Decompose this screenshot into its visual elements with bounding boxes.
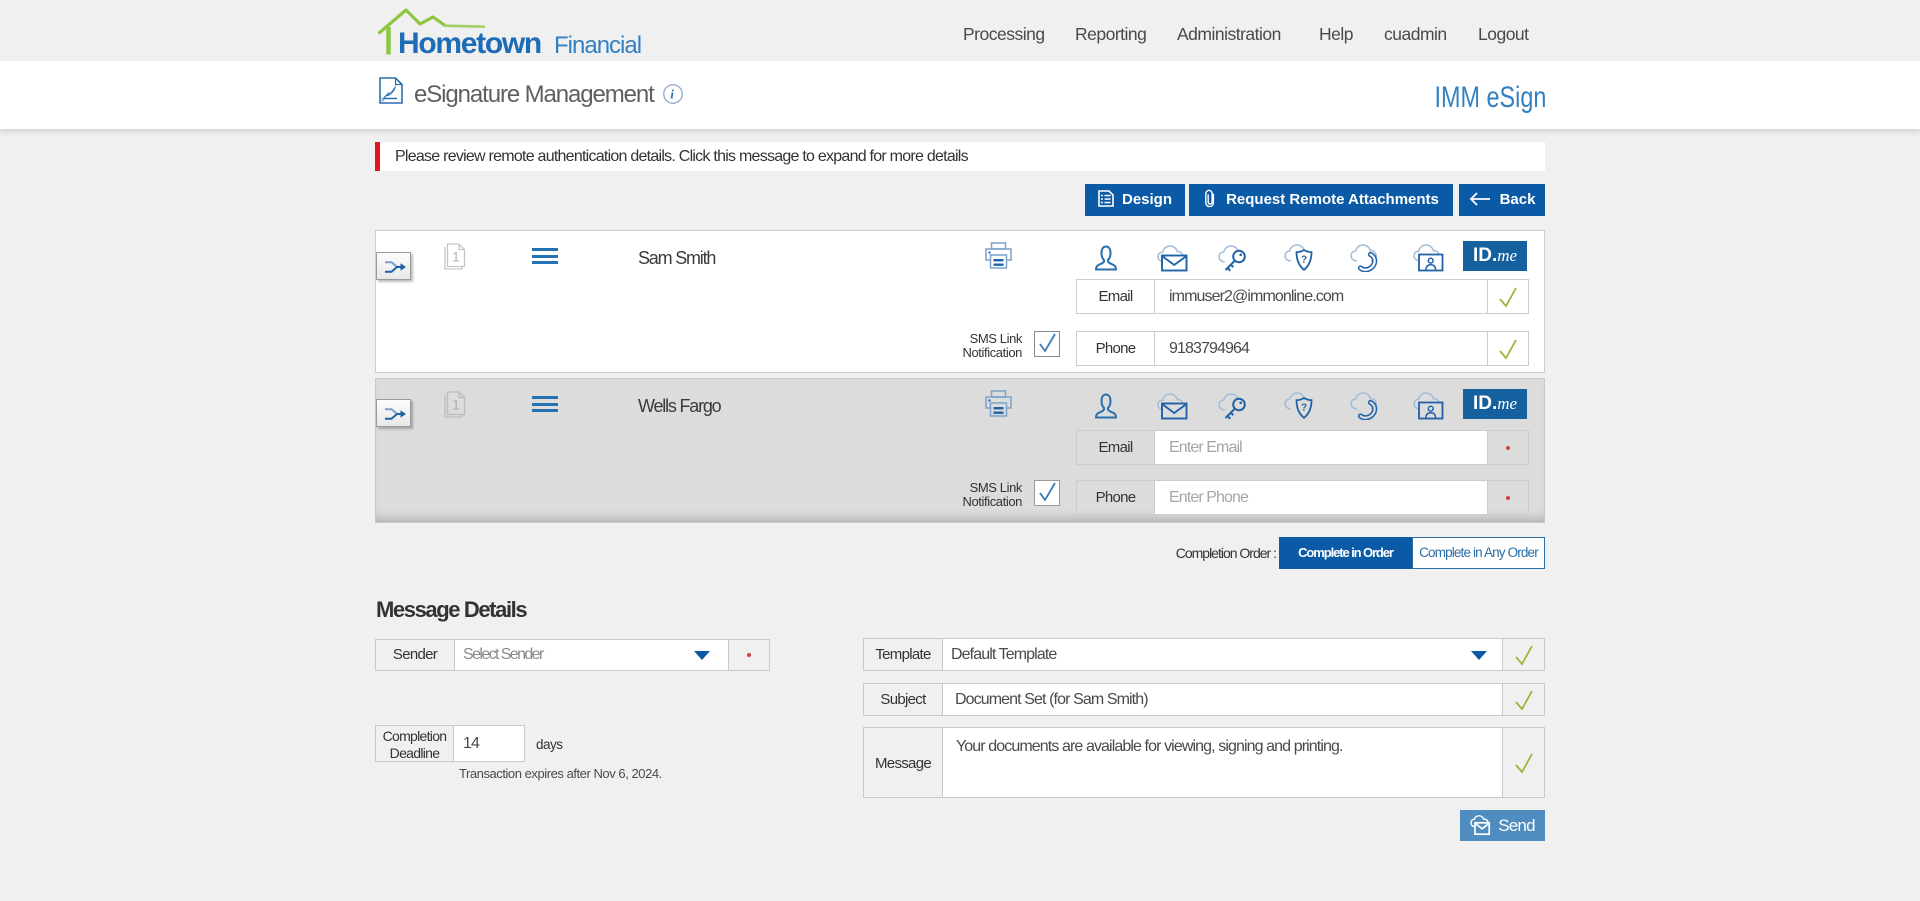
svg-text:1: 1 bbox=[452, 249, 460, 265]
svg-text:Hometown: Hometown bbox=[398, 27, 541, 60]
svg-text:x: x bbox=[381, 97, 385, 104]
svg-text:?: ? bbox=[1301, 403, 1307, 414]
svg-text:i: i bbox=[670, 88, 674, 102]
svg-text:?: ? bbox=[1301, 255, 1307, 266]
svg-text:Financial: Financial bbox=[554, 32, 641, 59]
svg-text:1: 1 bbox=[452, 397, 460, 413]
